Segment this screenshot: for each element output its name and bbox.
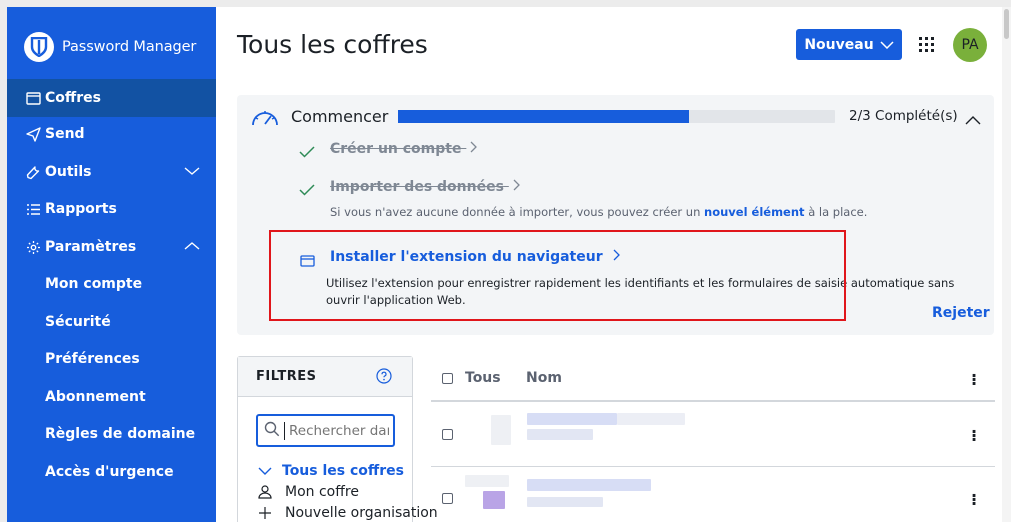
list-icon — [24, 203, 42, 216]
search-input[interactable] — [289, 422, 389, 439]
redacted-item-icon-bg — [465, 475, 509, 487]
sidebar-item-reports[interactable]: Rapports — [7, 190, 216, 228]
filter-all-vaults[interactable]: Tous les coffres — [258, 463, 404, 479]
filter-new-organization-label: Nouvelle organisation — [285, 505, 438, 521]
new-item-link[interactable]: nouvel élément — [704, 205, 805, 219]
sidebar-item-label: Rapports — [45, 201, 117, 217]
onboarding-progress-label: 2/3 Complété(s) — [849, 108, 958, 124]
avatar[interactable]: PA — [953, 28, 987, 62]
filters-header: FILTRES — [238, 357, 412, 397]
search-icon — [264, 421, 280, 441]
vault-icon — [24, 91, 42, 105]
task-create-account-label: Créer un compte — [330, 141, 462, 157]
task-import-data[interactable]: Importer des données — [330, 179, 521, 195]
new-button-label: Nouveau — [804, 36, 874, 53]
table-row[interactable]: · · · — [431, 403, 995, 467]
brand-logo[interactable]: Password Manager — [24, 32, 196, 62]
sidebar: Password Manager Coffres Send Outils Rap… — [7, 7, 216, 522]
sidebar-item-label: Send — [45, 126, 85, 142]
plus-icon — [259, 507, 271, 519]
redacted-item-icon — [483, 491, 505, 509]
sidebar-subitem-security[interactable]: Sécurité — [45, 312, 111, 332]
table-row[interactable]: · · · — [431, 467, 995, 522]
redacted-item-icon — [491, 415, 511, 445]
highlight-box — [269, 230, 846, 321]
filter-my-vault-label: Mon coffre — [285, 484, 359, 500]
redacted-item-name — [527, 413, 617, 425]
sidebar-item-send[interactable]: Send — [7, 115, 216, 153]
help-icon[interactable] — [376, 368, 392, 388]
checkmark-icon — [299, 143, 315, 162]
sidebar-item-label: Coffres — [45, 90, 101, 106]
sidebar-item-settings[interactable]: Paramètres — [7, 228, 216, 266]
sidebar-subitem-emergency-access[interactable]: Accès d'urgence — [45, 462, 174, 482]
chevron-right-icon — [513, 179, 520, 191]
redacted-item-name-extra — [617, 413, 685, 425]
scrollbar-thumb[interactable] — [1004, 9, 1009, 39]
sidebar-subitem-domain-rules[interactable]: Règles de domaine — [45, 424, 195, 444]
row-checkbox[interactable] — [442, 429, 453, 440]
chevron-right-icon — [470, 141, 478, 153]
chevron-down-icon[interactable] — [184, 164, 200, 180]
onboarding-title: Commencer — [291, 107, 389, 126]
window-frame-left — [0, 0, 7, 522]
task-import-hint: Si vous n'avez aucune donnée à importer,… — [330, 205, 867, 219]
sidebar-item-vaults[interactable]: Coffres — [7, 79, 216, 117]
filter-my-vault[interactable]: Mon coffre — [258, 484, 359, 500]
wrench-icon — [24, 165, 42, 180]
chevron-down-icon — [258, 467, 272, 475]
column-header-name[interactable]: Nom — [526, 370, 562, 386]
chevron-up-icon[interactable] — [184, 239, 200, 255]
sidebar-item-label: Outils — [45, 164, 92, 180]
select-all-checkbox[interactable] — [442, 373, 453, 384]
new-button[interactable]: Nouveau — [796, 29, 902, 60]
filters-panel: FILTRES Tous les coffres Mon coffre Nouv… — [237, 356, 438, 522]
sidebar-subitem-subscription[interactable]: Abonnement — [45, 387, 146, 407]
sidebar-subitem-preferences[interactable]: Préférences — [45, 349, 140, 369]
chevron-down-icon — [880, 37, 894, 53]
more-options-icon[interactable]: · · · — [970, 368, 978, 392]
redacted-item-name — [527, 479, 651, 491]
more-options-icon[interactable]: · · · — [970, 424, 978, 448]
redacted-item-subtitle — [527, 497, 603, 507]
redacted-item-subtitle — [527, 429, 593, 440]
text-cursor — [284, 421, 285, 440]
sidebar-item-tools[interactable]: Outils — [7, 153, 216, 191]
dismiss-button[interactable]: Rejeter — [932, 305, 990, 321]
gear-icon — [24, 240, 42, 255]
filter-all-vaults-label: Tous les coffres — [282, 463, 404, 479]
more-options-icon[interactable]: · · · — [970, 488, 978, 512]
onboarding-progress-bar — [398, 110, 835, 123]
chevron-up-icon[interactable] — [965, 110, 981, 129]
filter-new-organization[interactable]: Nouvelle organisation — [258, 505, 438, 521]
task-import-data-label: Importer des données — [330, 179, 504, 195]
vault-search-field[interactable] — [256, 414, 395, 447]
user-icon — [258, 485, 272, 499]
import-hint-text-end: à la place. — [808, 205, 868, 219]
scrollbar[interactable] — [1002, 7, 1011, 522]
checkmark-icon — [299, 181, 315, 200]
gauge-icon — [250, 105, 280, 131]
row-checkbox[interactable] — [442, 493, 453, 504]
product-switcher-icon[interactable] — [919, 37, 934, 56]
column-header-all[interactable]: Tous — [465, 370, 501, 386]
import-hint-text: Si vous n'avez aucune donnée à importer,… — [330, 205, 701, 219]
onboarding-progress-fill — [398, 110, 690, 123]
send-icon — [24, 126, 42, 142]
vault-list-header: Tous Nom · · · — [431, 357, 995, 402]
task-create-account[interactable]: Créer un compte — [330, 141, 478, 157]
sidebar-item-label: Paramètres — [45, 239, 137, 255]
shield-logo-icon — [24, 32, 54, 62]
sidebar-subitem-my-account[interactable]: Mon compte — [45, 274, 142, 294]
brand-name: Password Manager — [62, 39, 197, 55]
page-title: Tous les coffres — [237, 30, 428, 59]
window-frame-top — [0, 0, 1011, 7]
filters-title: FILTRES — [256, 369, 317, 384]
